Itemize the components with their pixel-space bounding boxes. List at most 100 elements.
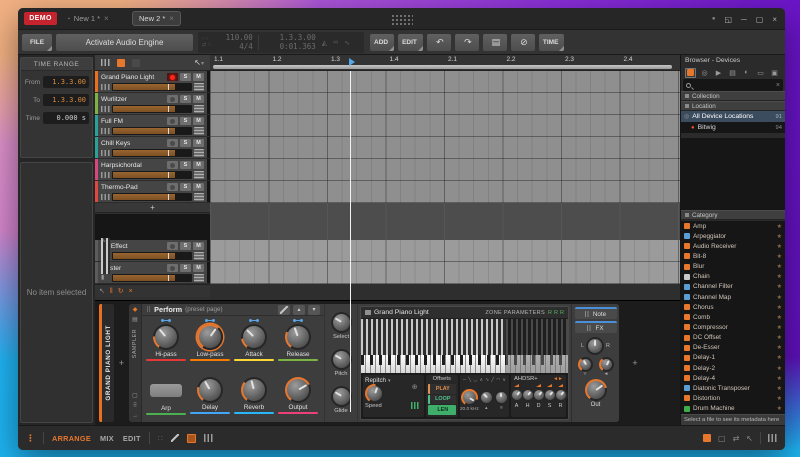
record-arm-button[interactable]	[167, 264, 178, 272]
record-arm-button[interactable]	[167, 73, 178, 81]
record-arm-button[interactable]	[167, 183, 178, 191]
toolbar-button[interactable]: ⊘	[511, 34, 535, 51]
toolbar-button[interactable]: ↶	[427, 34, 451, 51]
drive-knob[interactable]	[496, 392, 507, 403]
favorite-star-icon[interactable]: ★	[777, 223, 782, 230]
sample-name[interactable]: Grand Piano Light	[374, 309, 482, 316]
remote-grid-icon[interactable]: ⠿	[133, 403, 137, 409]
display-toggle-icon[interactable]: ▢	[132, 393, 138, 399]
add-device-before-button[interactable]: +	[115, 304, 128, 422]
window-control-icon[interactable]: ●	[712, 16, 716, 22]
arranger-effect-lanes[interactable]	[210, 240, 680, 284]
sample-waveform[interactable]	[361, 319, 568, 355]
global-knob-cell[interactable]: Glide	[331, 386, 352, 414]
zone-parameters-label[interactable]: ZONE PARAMETERS	[485, 310, 545, 316]
expand-icon[interactable]: →	[132, 413, 138, 419]
file-icon[interactable]: ▢	[718, 434, 726, 443]
tab-new1[interactable]: ▪ New 1 * ×	[62, 11, 115, 26]
favorite-star-icon[interactable]: ★	[777, 395, 782, 402]
track-row[interactable]: Thermo-Pad S M	[95, 181, 210, 203]
browser-source-icon[interactable]	[685, 68, 696, 78]
track-menu-icon[interactable]	[194, 193, 204, 201]
device-row[interactable]: De-Esser ★	[681, 343, 785, 353]
mute-button[interactable]: M	[193, 242, 204, 250]
browser-search[interactable]: ×	[683, 79, 783, 91]
swing-icon[interactable]: ∿	[344, 39, 350, 47]
macro-cell[interactable]: Reverb	[232, 370, 276, 421]
playback-mode-select[interactable]: Repitch ▾	[365, 377, 391, 384]
volume-fader[interactable]	[112, 252, 192, 260]
envelope-knob-cell[interactable]: H	[522, 384, 533, 409]
device-row[interactable]: Channel Filter ★	[681, 282, 785, 292]
favorite-star-icon[interactable]: ★	[777, 375, 782, 382]
record-arm-button[interactable]	[167, 117, 178, 125]
device-row[interactable]: Blur ★	[681, 262, 785, 272]
window-control-icon[interactable]: ×	[772, 15, 777, 24]
cursor-icon[interactable]: ↖	[99, 287, 105, 295]
macro-knob[interactable]	[287, 379, 309, 401]
collection-section-header[interactable]: Collection	[681, 91, 785, 101]
device-row[interactable]: Comb ★	[681, 312, 785, 322]
macro-cell[interactable]: Delay	[188, 370, 232, 421]
cutoff-knob[interactable]	[463, 391, 476, 404]
macro-cell[interactable]: Hi-pass	[144, 317, 188, 368]
envelope-knob-cell[interactable]: R	[555, 384, 566, 409]
solo-button[interactable]: S	[180, 161, 191, 169]
pointer-tool-icon[interactable]: ↖▾	[194, 58, 204, 67]
browser-source-icon[interactable]: ▣	[769, 68, 780, 78]
add-track-button[interactable]: +	[95, 203, 210, 213]
velocity-knob[interactable]	[601, 359, 612, 370]
location-section-header[interactable]: Location	[681, 101, 785, 111]
fx-chain-button[interactable]: FX	[575, 321, 617, 333]
pointer-icon[interactable]: ↖	[746, 434, 753, 443]
activate-audio-engine-button[interactable]: Activate Audio Engine	[56, 34, 193, 51]
resonance-knob[interactable]	[481, 392, 492, 403]
note-chain-button[interactable]: Note	[575, 307, 617, 319]
toolbar-button[interactable]: ▤	[483, 34, 507, 51]
favorite-star-icon[interactable]: ★	[777, 365, 782, 372]
favorite-star-icon[interactable]: ★	[777, 263, 782, 270]
envelope-title[interactable]: AHDSR+	[514, 376, 553, 382]
track-name[interactable]: Chill Keys	[101, 140, 165, 147]
pan-knob[interactable]	[588, 339, 602, 353]
timeline-zoom-scrollbar[interactable]	[213, 65, 672, 69]
mute-button[interactable]: M	[193, 183, 204, 191]
favorite-star-icon[interactable]: ★	[777, 253, 782, 260]
favorite-star-icon[interactable]: ★	[777, 233, 782, 240]
macro-knob[interactable]	[199, 379, 221, 401]
macro-knob[interactable]	[199, 326, 221, 348]
macro-knob[interactable]	[243, 379, 265, 401]
macro-knob[interactable]	[155, 326, 177, 348]
volume-fader[interactable]	[112, 171, 192, 179]
page-up-button[interactable]: ▴	[293, 305, 305, 315]
favorite-star-icon[interactable]: ★	[777, 314, 782, 321]
envelope-link-icon[interactable]: ◄►	[553, 376, 563, 382]
tab-new2-active[interactable]: New 2 * ×	[132, 11, 181, 26]
offset-button[interactable]: LEN	[428, 405, 456, 415]
device-row[interactable]: Distortion ★	[681, 393, 785, 403]
device-row[interactable]: Chorus ★	[681, 302, 785, 312]
spread-knob[interactable]	[580, 359, 591, 370]
inactive-toggle-icon[interactable]	[132, 59, 140, 67]
device-row[interactable]: Amp ★	[681, 221, 785, 231]
global-knob[interactable]	[333, 314, 350, 331]
envelope-knob-cell[interactable]: A	[511, 384, 522, 409]
position-display[interactable]: 1.3.3.00 0:01.363	[264, 34, 316, 51]
zone-icon[interactable]: R	[560, 310, 564, 316]
solo-button[interactable]: S	[180, 117, 191, 125]
track-row[interactable]: Wurlitzer S M	[95, 93, 210, 115]
track-row[interactable]: S1 Effect S M	[95, 240, 210, 262]
track-row[interactable]: Harpsichordal S M	[95, 159, 210, 181]
mute-button[interactable]: M	[193, 139, 204, 147]
device-row[interactable]: Arpeggiator ★	[681, 231, 785, 241]
record-arm-button[interactable]	[167, 139, 178, 147]
mapping-tool-button[interactable]	[278, 305, 290, 315]
crosshair-icon[interactable]: ⊕	[412, 383, 418, 391]
tab-close-icon[interactable]: ×	[169, 14, 174, 23]
favorite-star-icon[interactable]: ★	[777, 324, 782, 331]
view-button[interactable]: EDIT	[123, 434, 141, 443]
mute-button[interactable]: M	[193, 73, 204, 81]
macro-cell[interactable]: Low-pass	[188, 317, 232, 368]
playhead-marker-icon[interactable]	[349, 58, 355, 66]
zone-bars-icon[interactable]	[411, 402, 419, 409]
